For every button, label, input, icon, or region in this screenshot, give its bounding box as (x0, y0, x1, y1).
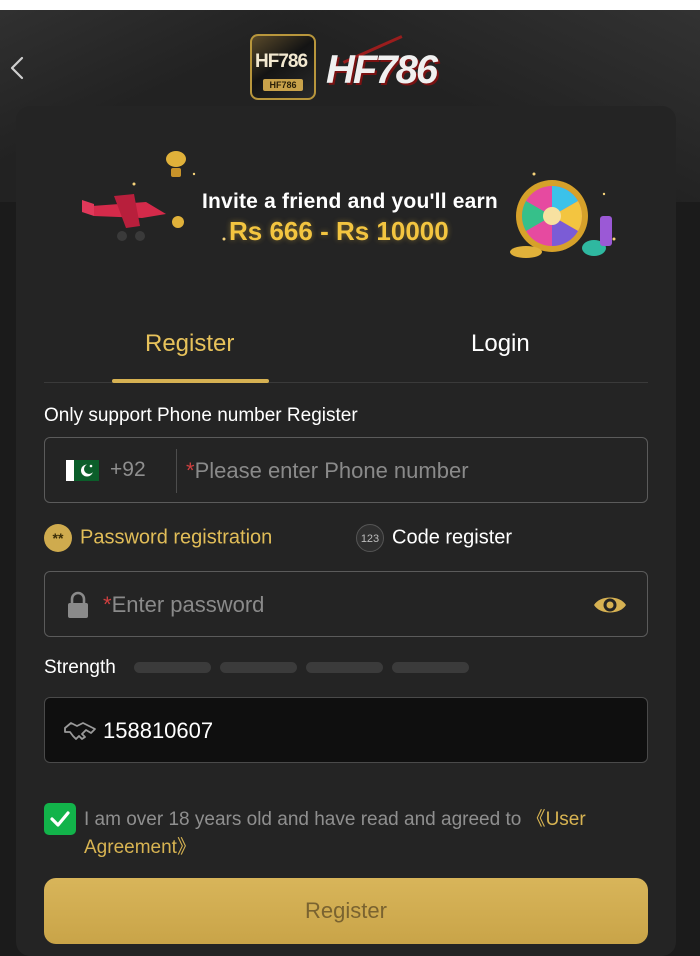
phone-placeholder: Please enter Phone number (194, 458, 469, 483)
tab-register[interactable]: Register (145, 330, 234, 358)
code-register-label: Code register (392, 526, 513, 549)
strength-bar-1 (134, 662, 211, 673)
invite-code-value[interactable]: 158810607 (103, 718, 213, 744)
code-register-option[interactable]: 123 Code register (356, 524, 512, 552)
wheel-graphic (510, 180, 612, 258)
logo: HF786 HF786 HF786 (250, 34, 450, 106)
code-123-icon: 123 (356, 524, 384, 552)
password-registration-label: Password registration (80, 526, 273, 549)
agreement-checkbox[interactable] (44, 803, 76, 835)
active-tab-indicator (112, 379, 269, 383)
eye-icon[interactable] (593, 592, 627, 618)
banner-amount: Rs 666 - Rs 10000 (229, 216, 449, 246)
pakistan-flag-icon (66, 460, 99, 481)
tab-login[interactable]: Login (471, 330, 530, 358)
check-icon (50, 811, 70, 827)
password-registration-option[interactable]: ** Password registration (44, 524, 272, 552)
password-field[interactable]: *Enter password (44, 571, 648, 637)
strength-bar-2 (220, 662, 297, 673)
register-button[interactable]: Register (44, 878, 648, 944)
lock-icon (68, 591, 88, 618)
logo-badge-text: HF786 (255, 51, 308, 72)
password-placeholder: Enter password (111, 592, 265, 617)
agreement-text: I am over 18 years old and have read and… (84, 806, 649, 862)
required-mark: * (186, 458, 195, 483)
phone-input[interactable]: *Please enter Phone number (186, 458, 469, 484)
back-button[interactable] (6, 52, 30, 84)
password-input[interactable]: *Enter password (103, 592, 264, 618)
logo-wordmark: HF786 (326, 48, 438, 92)
country-code[interactable]: +92 (110, 458, 146, 482)
strength-bar-3 (306, 662, 383, 673)
password-dots-icon: ** (44, 524, 72, 552)
agreement-label: I am over 18 years old and have read and… (84, 809, 527, 830)
required-mark: * (103, 592, 112, 617)
strength-bar-4 (392, 662, 469, 673)
phone-field[interactable]: +92 *Please enter Phone number (44, 437, 648, 503)
invite-banner[interactable]: Invite a friend and you'll earn Rs 666 -… (74, 144, 634, 264)
phone-support-label: Only support Phone number Register (44, 405, 358, 426)
invite-code-field[interactable]: 158810607 (44, 697, 648, 763)
top-strip (0, 0, 700, 10)
back-arrow-icon (10, 56, 24, 80)
register-card: Invite a friend and you'll earn Rs 666 -… (16, 106, 676, 956)
plane-graphic (82, 194, 166, 241)
logo-badge: HF786 HF786 (250, 34, 316, 100)
logo-badge-sub: HF786 (263, 79, 303, 91)
phone-field-separator (176, 449, 177, 493)
banner-headline: Invite a friend and you'll earn (202, 190, 498, 213)
handshake-icon (64, 722, 96, 740)
strength-label: Strength (44, 657, 116, 678)
